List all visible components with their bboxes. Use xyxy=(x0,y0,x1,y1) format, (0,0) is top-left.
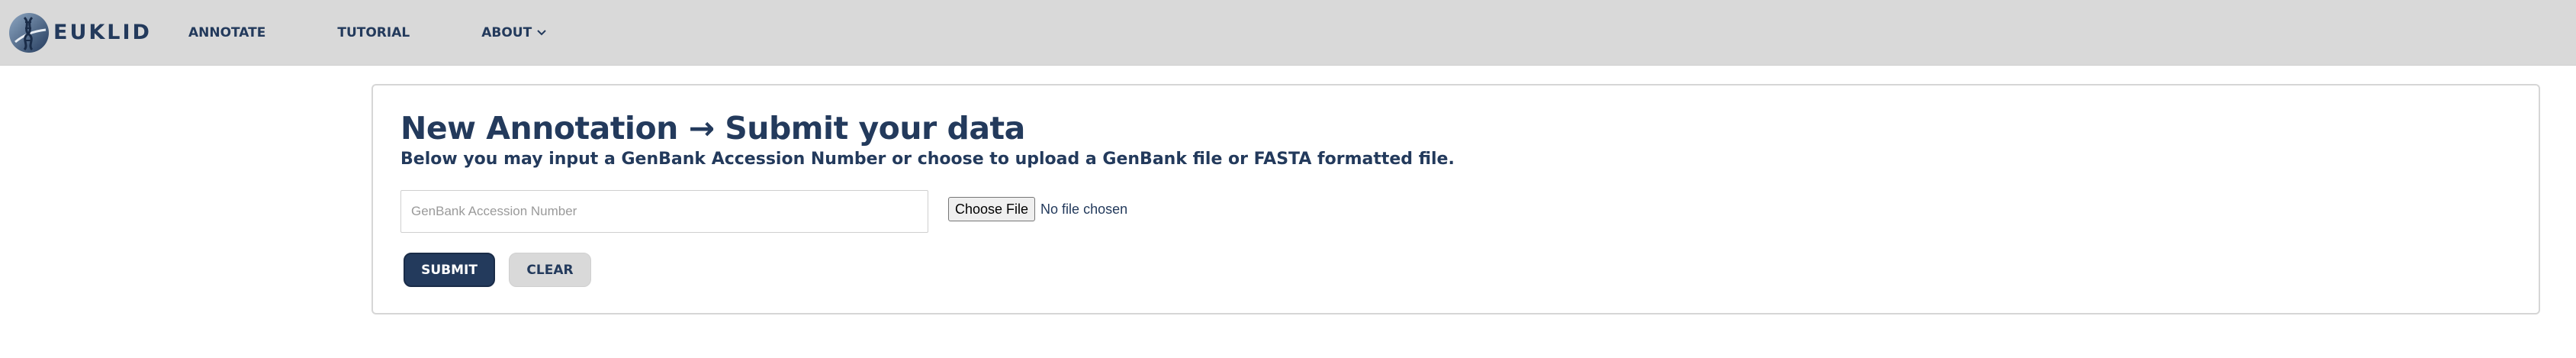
clear-button[interactable]: CLEAR xyxy=(509,253,591,287)
brand-home-link[interactable]: EUKLID xyxy=(8,0,152,66)
chevron-down-icon xyxy=(537,29,546,35)
main-nav: ANNOTATE TUTORIAL ABOUT xyxy=(188,25,619,40)
file-status-text: No file chosen xyxy=(1040,201,1128,217)
nav-tutorial[interactable]: TUTORIAL xyxy=(337,25,410,40)
nav-annotate[interactable]: ANNOTATE xyxy=(188,25,265,40)
nav-about-dropdown[interactable]: ABOUT xyxy=(481,25,547,40)
choose-file-button[interactable]: Choose File xyxy=(948,197,1036,221)
brand-name: EUKLID xyxy=(53,21,152,44)
page-subtitle: Below you may input a GenBank Accession … xyxy=(400,150,1455,169)
genbank-accession-input[interactable] xyxy=(400,190,928,233)
submission-card: New Annotation → Submit your data Below … xyxy=(371,84,2540,314)
page-title: New Annotation → Submit your data xyxy=(400,110,1025,147)
nav-about-label: ABOUT xyxy=(481,24,532,40)
submit-button[interactable]: SUBMIT xyxy=(404,253,495,287)
top-navigation-bar: EUKLID ANNOTATE TUTORIAL ABOUT xyxy=(0,0,2576,66)
dna-globe-logo-icon xyxy=(9,12,49,53)
file-upload: Choose File No file chosen xyxy=(948,197,1127,221)
